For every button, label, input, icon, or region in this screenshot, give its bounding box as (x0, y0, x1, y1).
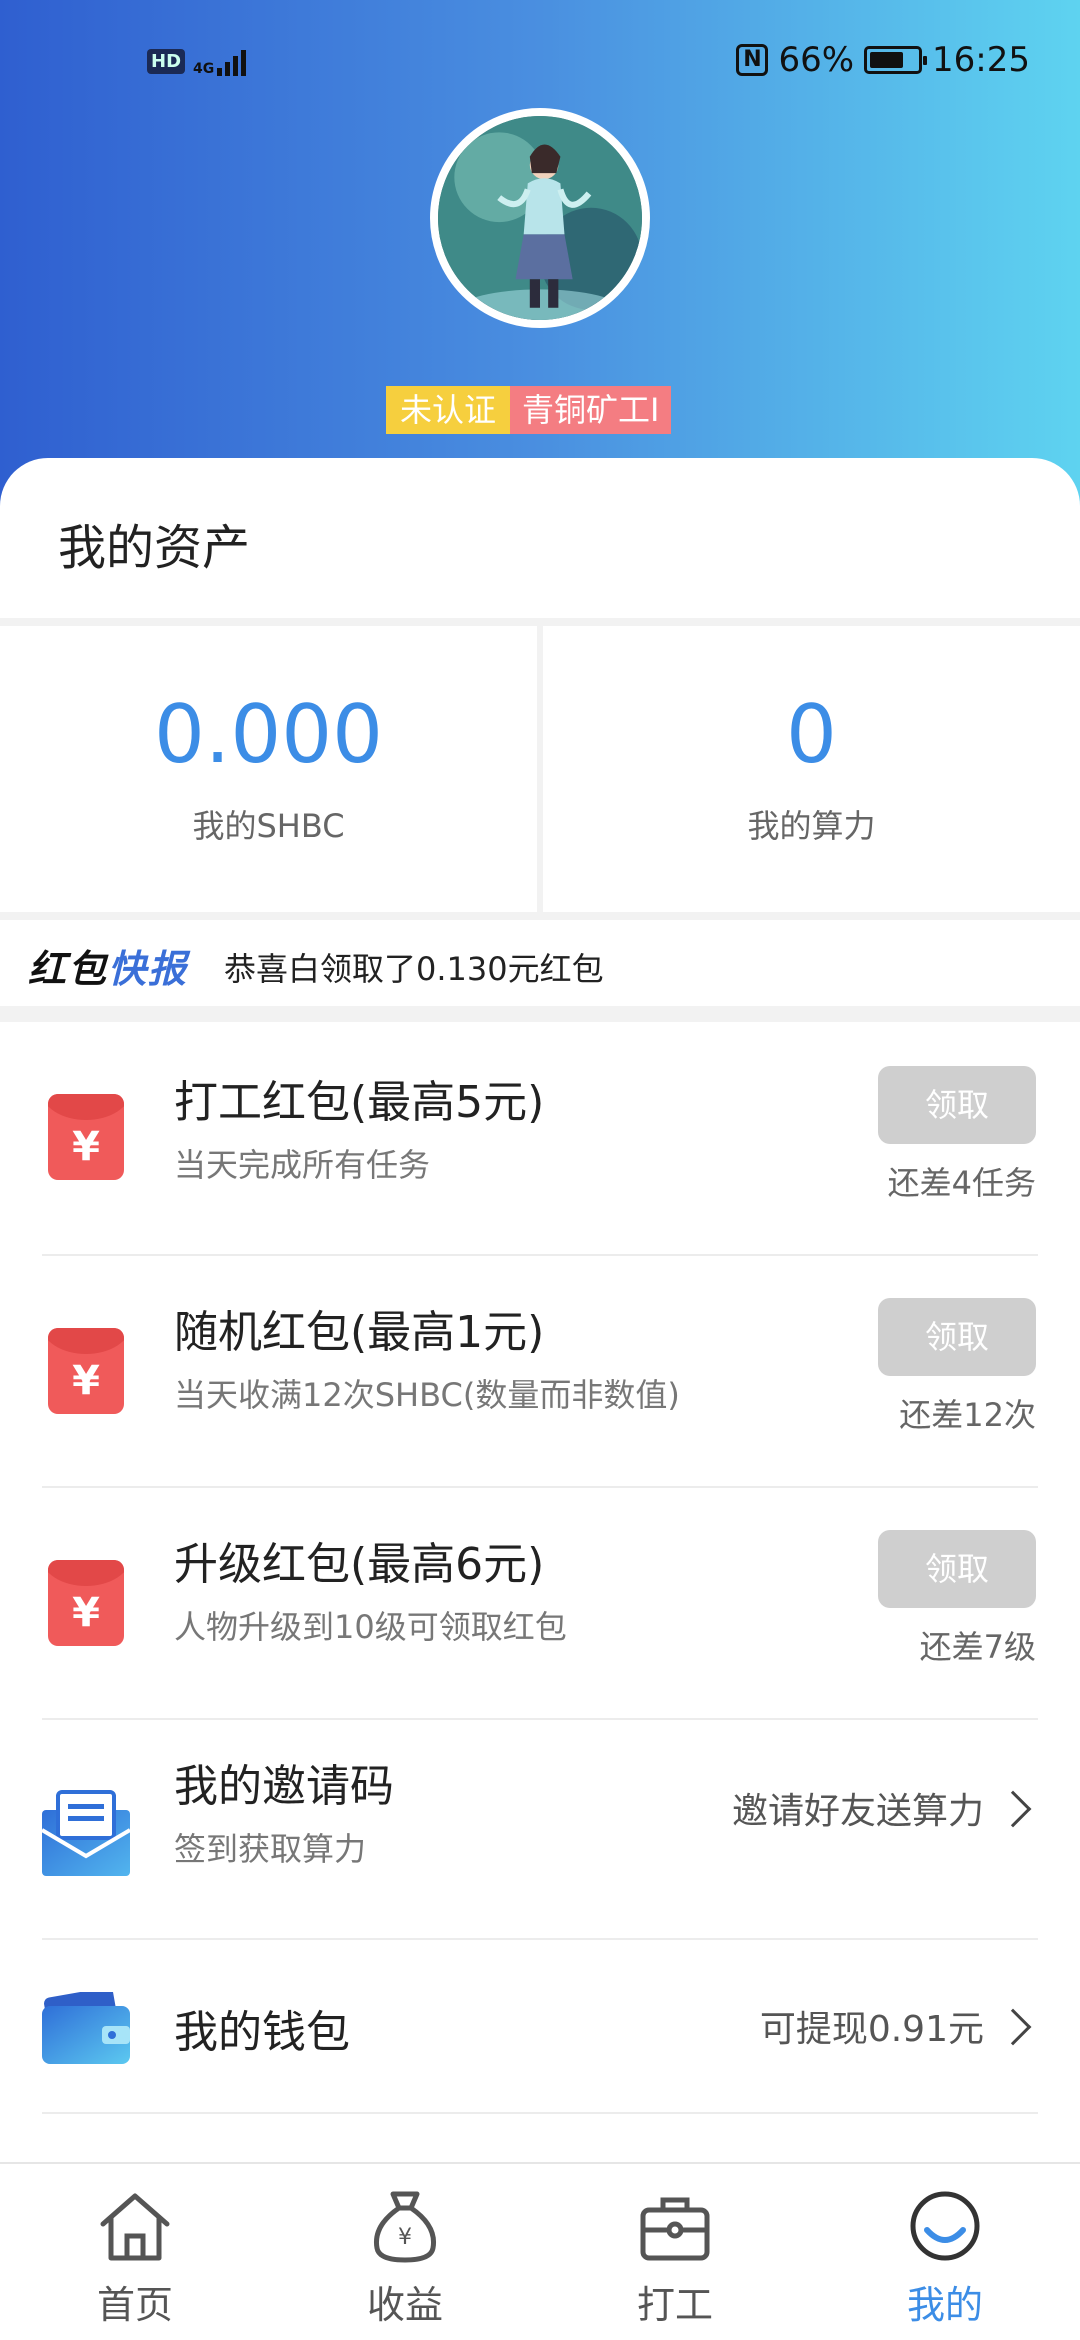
wallet-row[interactable]: 我的钱包 可提现0.91元 (0, 1940, 1080, 2114)
unverified-badge[interactable]: 未认证 (386, 386, 511, 434)
reward-title: 升级红包(最高6元) (174, 1539, 545, 1590)
reward-subtitle: 当天完成所有任务 (174, 1146, 431, 1184)
svg-text:¥: ¥ (398, 2225, 412, 2250)
tab-earnings[interactable]: ¥ 收益 (270, 2164, 540, 2340)
tab-label: 首页 (96, 2283, 173, 2327)
red-envelope-icon: ¥ (48, 1328, 124, 1414)
shbc-stat[interactable]: 0.000 我的SHBC (0, 626, 537, 912)
reward-title: 随机红包(最高1元) (174, 1307, 545, 1358)
home-icon (100, 2193, 170, 2261)
red-packet-news-ticker: 红包快报 恭喜白领取了0.130元红包 (0, 920, 1080, 1006)
money-bag-icon: ¥ (373, 2191, 437, 2263)
clock: 16:25 (932, 40, 1030, 80)
power-value: 0 (786, 688, 837, 781)
tab-mine[interactable]: 我的 (810, 2164, 1080, 2340)
wallet-action: 可提现0.91元 (759, 2009, 984, 2050)
divider (42, 2112, 1038, 2114)
tab-label: 我的 (906, 2283, 983, 2327)
invite-action: 邀请好友送算力 (731, 1791, 984, 1832)
news-logo: 红包快报 (28, 938, 188, 993)
reward-subtitle: 当天收满12次SHBC(数量而非数值) (174, 1376, 680, 1414)
red-envelope-icon: ¥ (48, 1094, 124, 1180)
reward-row-upgrade: ¥ 升级红包(最高6元) 人物升级到10级可领取红包 领取 还差7级 (0, 1488, 1080, 1720)
tab-home[interactable]: 首页 (0, 2164, 270, 2340)
status-bar: HD 4G N 66% 16:25 (0, 40, 1080, 90)
news-logo-part1: 红包 (28, 947, 109, 991)
reward-row-random: ¥ 随机红包(最高1元) 当天收满12次SHBC(数量而非数值) 领取 还差12… (0, 1256, 1080, 1488)
status-left: HD 4G (147, 46, 247, 77)
reward-row-work: ¥ 打工红包(最高5元) 当天完成所有任务 领取 还差4任务 (0, 1022, 1080, 1256)
level-badge: 青铜矿工I (510, 386, 672, 434)
battery-percent: 66% (778, 40, 855, 80)
network-type: 4G (193, 61, 215, 77)
profile-smile-icon (910, 2191, 980, 2261)
assets-card: 我的资产 (0, 458, 1080, 618)
nfc-icon: N (736, 44, 769, 76)
tab-work[interactable]: 打工 (540, 2164, 810, 2340)
wallet-title: 我的钱包 (174, 2007, 350, 2058)
asset-stats: 0.000 我的SHBC 0 我的算力 (0, 626, 1080, 912)
tab-label: 收益 (366, 2283, 443, 2327)
invite-title: 我的邀请码 (174, 1761, 394, 1812)
user-badges: 未认证 青铜矿工I (386, 386, 672, 434)
avatar-character-image (438, 116, 642, 320)
reward-remaining: 还差12次 (899, 1396, 1036, 1434)
shbc-value: 0.000 (153, 688, 384, 781)
menu-list: ¥ 打工红包(最高5元) 当天完成所有任务 领取 还差4任务 ¥ 随机红包(最高… (0, 1022, 1080, 2162)
shbc-label: 我的SHBC (192, 807, 345, 845)
hd-indicator: HD (147, 48, 186, 74)
battery-icon (864, 46, 928, 74)
wallet-icon (42, 1992, 130, 2064)
reward-remaining: 还差7级 (919, 1628, 1036, 1666)
assets-title: 我的资产 (58, 520, 251, 576)
power-label: 我的算力 (747, 807, 876, 845)
chevron-right-icon (994, 1790, 1032, 1828)
reward-title: 打工红包(最高5元) (174, 1077, 545, 1128)
invite-code-row[interactable]: 我的邀请码 签到获取算力 邀请好友送算力 (0, 1720, 1080, 1940)
claim-button[interactable]: 领取 (878, 1066, 1036, 1144)
tab-label: 打工 (636, 2283, 713, 2327)
power-stat[interactable]: 0 我的算力 (543, 626, 1080, 912)
reward-subtitle: 人物升级到10级可领取红包 (174, 1608, 567, 1646)
bottom-tab-bar: 首页 ¥ 收益 打工 我的 (0, 2162, 1080, 2340)
reward-remaining: 还差4任务 (887, 1164, 1036, 1202)
news-text: 恭喜白领取了0.130元红包 (224, 950, 604, 988)
status-right: N 66% 16:25 (736, 40, 1030, 80)
avatar[interactable] (430, 108, 650, 328)
signal-icon: 4G (193, 46, 247, 77)
claim-button[interactable]: 领取 (878, 1298, 1036, 1376)
briefcase-icon (640, 2197, 710, 2261)
claim-button[interactable]: 领取 (878, 1530, 1036, 1608)
invite-subtitle: 签到获取算力 (174, 1830, 367, 1868)
news-logo-part2: 快报 (108, 947, 189, 991)
invite-mail-icon (42, 1790, 130, 1876)
chevron-right-icon (994, 2008, 1032, 2046)
red-envelope-icon: ¥ (48, 1560, 124, 1646)
